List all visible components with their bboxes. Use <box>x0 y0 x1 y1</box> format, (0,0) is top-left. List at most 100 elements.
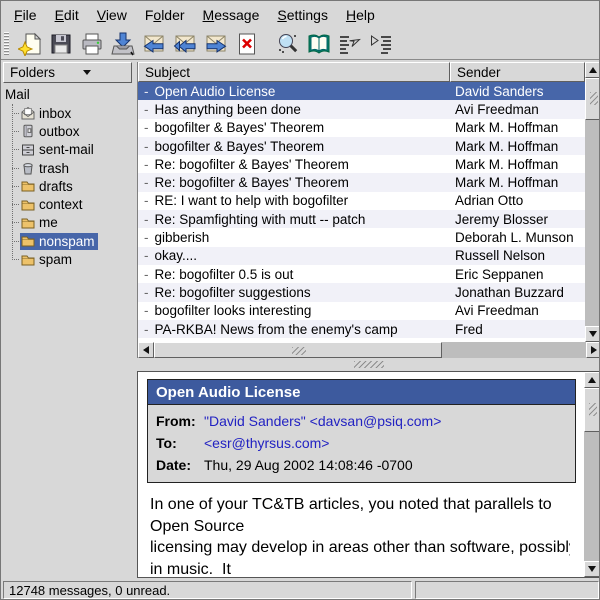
new-message-button[interactable] <box>14 30 45 58</box>
menu-item-edit[interactable]: Edit <box>46 3 88 27</box>
find-button[interactable] <box>272 30 303 58</box>
status-extra-panel <box>415 581 599 599</box>
folders-dropdown-label: Folders <box>10 65 55 80</box>
folder-tree-items: inboxoutboxsent-mail trashdraftscontextme… <box>12 104 134 269</box>
folders-dropdown-button[interactable]: Folders <box>3 62 132 83</box>
subject-text: bogofilter & Bayes' Theorem <box>155 139 325 154</box>
message-row[interactable]: -Re: bogofilter & Bayes' TheoremMark M. … <box>138 173 585 191</box>
message-row[interactable]: -gibberishDeborah L. Munson <box>138 228 585 246</box>
message-row[interactable]: -okay....Russell Nelson <box>138 247 585 265</box>
toolbar-drag-handle[interactable] <box>4 32 9 56</box>
folder-item-inbox[interactable]: inbox <box>12 104 134 122</box>
subject-text: okay.... <box>155 248 198 263</box>
check-mail-button[interactable] <box>107 30 138 58</box>
message-row[interactable]: -Re: Spamfighting with mutt -- patchJere… <box>138 210 585 228</box>
folder-item-sent-mail[interactable]: sent-mail <box>12 141 134 159</box>
scrollbar-thumb[interactable] <box>584 388 600 432</box>
from-address-link[interactable]: "David Sanders" <davsan@psiq.com> <box>204 410 441 432</box>
forward-icon <box>204 32 228 56</box>
scrollbar-thumb[interactable] <box>154 342 442 358</box>
column-header-subject[interactable]: Subject <box>138 62 450 82</box>
goto-unread-button[interactable] <box>365 30 396 58</box>
subject-text: Re: bogofilter suggestions <box>155 285 311 300</box>
tree-branch-line <box>12 259 19 260</box>
scroll-down-button[interactable] <box>584 561 600 577</box>
message-row[interactable]: -Re: bogofilter 0.5 is outEric Seppanen <box>138 265 585 283</box>
menu-item-folder[interactable]: Folder <box>136 3 194 27</box>
tree-connector-line <box>12 104 13 260</box>
thread-indicator: - <box>144 285 149 300</box>
horizontal-splitter[interactable] <box>137 358 600 371</box>
menu-item-view[interactable]: View <box>88 3 136 27</box>
check-mail-icon <box>111 32 135 56</box>
print-button[interactable] <box>76 30 107 58</box>
arrow-down-icon <box>589 331 597 337</box>
menu-item-file[interactable]: File <box>5 3 46 27</box>
menu-item-settings[interactable]: Settings <box>268 3 337 27</box>
sender-text: Mark M. Hoffman <box>450 175 585 190</box>
message-list-vertical-scrollbar[interactable] <box>585 62 600 342</box>
folder-item-me[interactable]: me <box>12 214 134 232</box>
message-row[interactable]: -Open Audio LicenseDavid Sanders <box>138 82 585 100</box>
address-book-button[interactable] <box>303 30 334 58</box>
folder-item-nonspam[interactable]: nonspam <box>12 232 134 250</box>
message-row[interactable]: -Has anything been doneAvi Freedman <box>138 100 585 118</box>
inbox-icon <box>21 106 36 120</box>
toolbar <box>1 29 599 60</box>
folder-label: trash <box>39 161 69 176</box>
to-address-link[interactable]: <esr@thyrsus.com> <box>204 432 329 454</box>
message-row[interactable]: -Re: bogofilter suggestions Jonathan Buzz… <box>138 283 585 301</box>
print-icon <box>80 32 104 56</box>
message-row[interactable]: -RE: I want to help with bogofilterAdria… <box>138 192 585 210</box>
folder-label: nonspam <box>39 234 95 249</box>
menu-item-help[interactable]: Help <box>337 3 384 27</box>
arrow-right-icon <box>591 346 597 354</box>
forward-button[interactable] <box>200 30 231 58</box>
menu-item-message[interactable]: Message <box>194 3 269 27</box>
folder-item-context[interactable]: context <box>12 195 134 213</box>
scroll-right-button[interactable] <box>586 342 600 358</box>
subject-text: PA-RKBA! News from the enemy's camp <box>155 322 398 337</box>
column-header-sender[interactable]: Sender <box>450 62 585 82</box>
message-title: Open Audio License <box>148 380 575 405</box>
message-row[interactable]: -bogofilter & Bayes' TheoremMark M. Hoff… <box>138 137 585 155</box>
message-row[interactable]: -PA-RKBA! News from the enemy's campFred <box>138 320 585 338</box>
folder-item-drafts[interactable]: drafts <box>12 177 134 195</box>
message-list-horizontal-scrollbar[interactable] <box>138 342 600 358</box>
message-header-info: From: "David Sanders" <davsan@psiq.com> … <box>148 405 575 482</box>
thread-indicator: - <box>144 212 149 227</box>
reply-all-button[interactable] <box>169 30 200 58</box>
arrow-up-icon <box>588 377 596 383</box>
message-row[interactable]: -bogofilter looks interestingAvi Freedma… <box>138 302 585 320</box>
folder-item-trash[interactable]: trash <box>12 159 134 177</box>
folder-icon <box>21 234 36 248</box>
scrollbar-thumb[interactable] <box>585 78 600 120</box>
body-line: Open Source <box>150 516 570 538</box>
scroll-left-button[interactable] <box>138 342 154 358</box>
folder-icon <box>21 216 36 230</box>
toolbar-buttons <box>14 30 396 58</box>
subject-text: Re: bogofilter & Bayes' Theorem <box>155 157 349 172</box>
save-button[interactable] <box>45 30 76 58</box>
next-unread-button[interactable] <box>334 30 365 58</box>
message-row[interactable]: -Re: bogofilter & Bayes' TheoremMark M. … <box>138 155 585 173</box>
folder-item-outbox[interactable]: outbox <box>12 122 134 140</box>
address-book-icon <box>307 32 331 56</box>
scroll-down-button[interactable] <box>585 326 600 342</box>
sender-text: Jonathan Buzzard <box>450 285 585 300</box>
preview-vertical-scrollbar[interactable] <box>584 372 600 577</box>
reply-button[interactable] <box>138 30 169 58</box>
message-row[interactable]: -bogofilter & Bayes' TheoremMark M. Hoff… <box>138 119 585 137</box>
folder-root-mail[interactable]: Mail <box>4 87 134 104</box>
sender-text: Mark M. Hoffman <box>450 139 585 154</box>
delete-button[interactable] <box>231 30 262 58</box>
scroll-up-button[interactable] <box>584 372 600 388</box>
message-header-box: Open Audio License From: "David Sanders"… <box>147 379 576 483</box>
folder-item-spam[interactable]: spam <box>12 250 134 268</box>
delete-icon <box>235 32 259 56</box>
thread-indicator: - <box>144 84 149 99</box>
mail-client-window: FileEditViewFolderMessageSettingsHelp Fo… <box>0 0 600 600</box>
sender-text: Fred <box>450 322 585 337</box>
arrow-down-icon <box>588 566 596 572</box>
scroll-up-button[interactable] <box>585 62 600 78</box>
